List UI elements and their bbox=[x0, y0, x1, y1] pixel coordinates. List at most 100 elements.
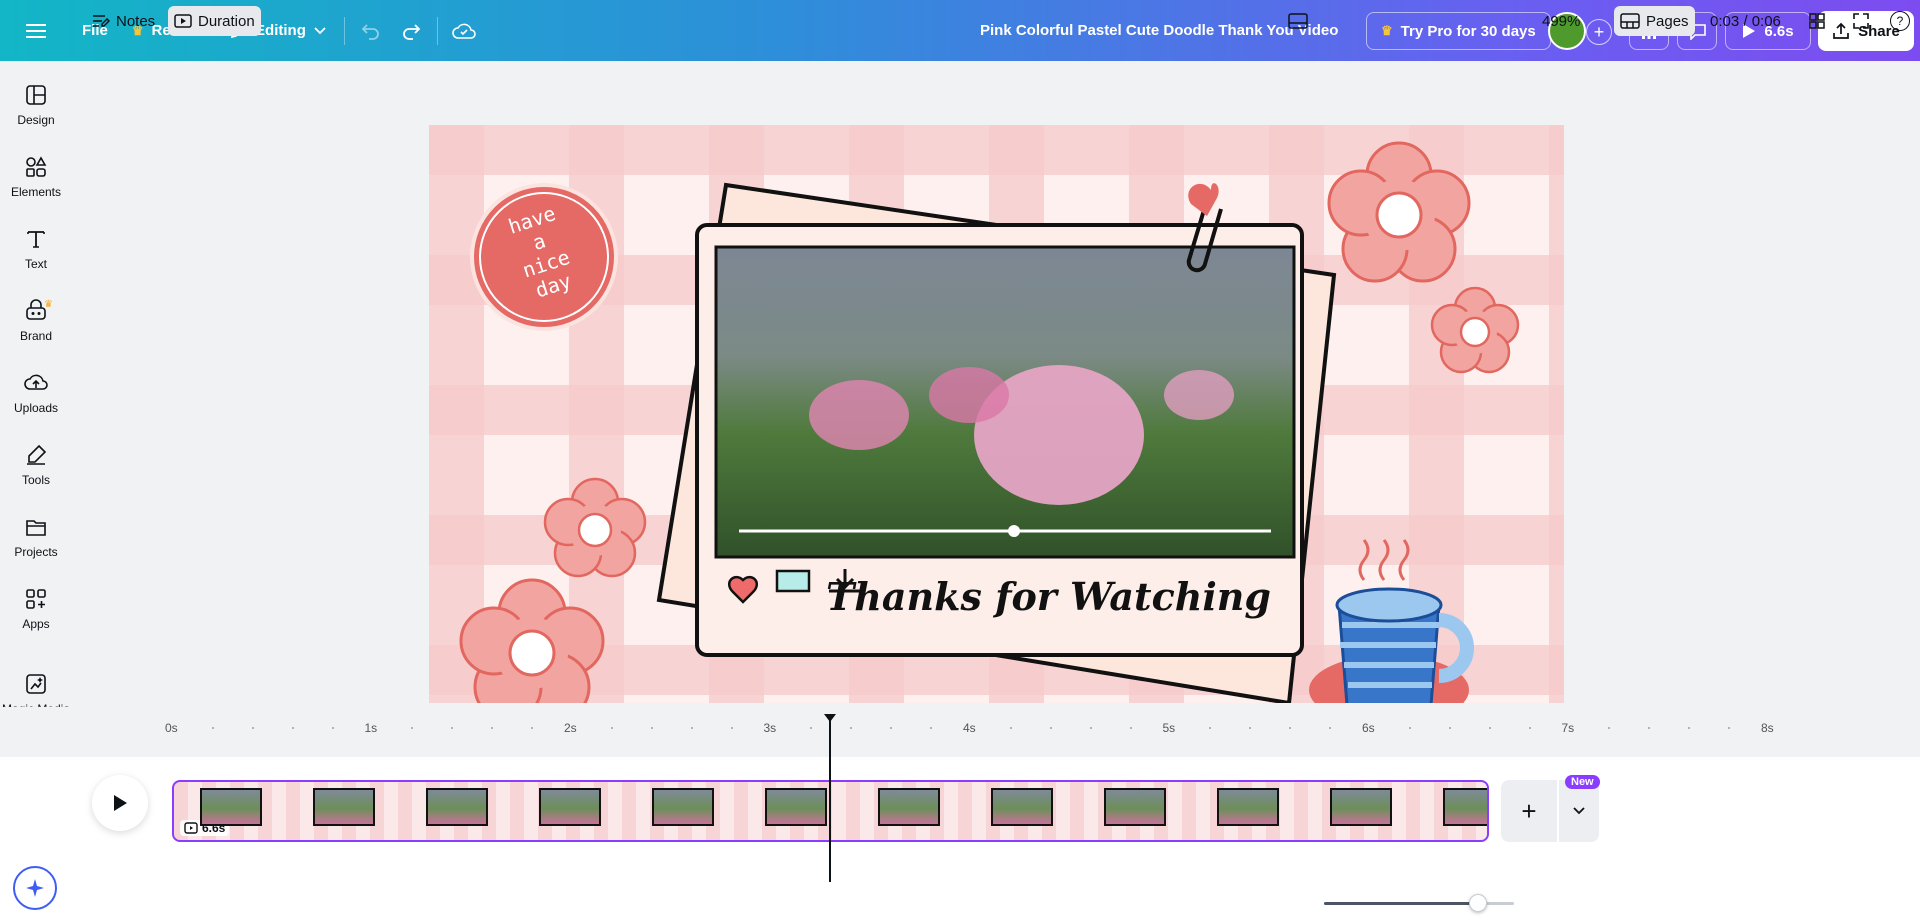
time-ruler[interactable]: 0s 1s 2s 3s 4s 5s 6s 7s 8s bbox=[0, 707, 1920, 757]
ruler-tick-dot bbox=[1209, 727, 1212, 729]
comment-bubble-icon bbox=[775, 569, 811, 593]
sidebar-item-brand[interactable]: ♛ Brand bbox=[0, 289, 72, 353]
zoom-level[interactable]: 499% bbox=[1536, 6, 1586, 36]
help-button[interactable]: ? bbox=[1884, 6, 1916, 36]
clip-frame-thumbnail bbox=[200, 788, 262, 826]
add-page-button[interactable]: + bbox=[1501, 780, 1557, 842]
video-flower-mid bbox=[929, 367, 1009, 423]
ruler-tick-dot bbox=[930, 727, 933, 729]
clip-frame-thumbnail bbox=[539, 788, 601, 826]
hamburger-icon bbox=[26, 23, 46, 38]
redo-button[interactable] bbox=[391, 11, 431, 51]
ruler-tick-dot bbox=[1688, 727, 1691, 729]
ruler-tick-dot bbox=[1528, 727, 1531, 729]
ruler-tick-label: 3s bbox=[763, 721, 777, 735]
ruler-tick-dot bbox=[1009, 727, 1012, 729]
ruler-tick-label: 6s bbox=[1362, 721, 1375, 735]
main-menu-button[interactable] bbox=[16, 11, 56, 51]
ruler-tick-dot bbox=[730, 727, 733, 729]
notes-button[interactable]: Notes bbox=[86, 6, 161, 36]
ruler-tick-label: 1s bbox=[364, 721, 378, 735]
video-flower-far bbox=[1164, 370, 1234, 420]
sidebar-item-uploads[interactable]: Uploads bbox=[0, 361, 72, 425]
duration-button[interactable]: Duration bbox=[168, 6, 261, 36]
crown-icon: ♛ bbox=[44, 299, 53, 310]
ruler-tick-label: 4s bbox=[963, 721, 976, 735]
ruler-tick-dot bbox=[690, 727, 693, 729]
tools-icon bbox=[27, 444, 47, 465]
ruler-tick-label: 2s bbox=[564, 721, 577, 735]
clip-frame-thumbnail bbox=[426, 788, 488, 826]
clip-frame-thumbnail bbox=[878, 788, 940, 826]
pages-button[interactable]: Pages bbox=[1614, 6, 1695, 36]
zoom-slider-handle[interactable] bbox=[1468, 894, 1487, 912]
cloud-save-button[interactable] bbox=[444, 11, 484, 51]
ruler-tick-dot bbox=[451, 727, 454, 729]
grid-view-button[interactable] bbox=[1802, 6, 1832, 36]
ruler-tick-dot bbox=[1289, 727, 1292, 729]
ruler-tick-dot bbox=[251, 727, 254, 729]
sidebar-item-apps[interactable]: Apps bbox=[0, 577, 72, 641]
ruler-tick-dot bbox=[491, 727, 494, 729]
try-pro-button[interactable]: ♛ Try Pro for 30 days bbox=[1366, 12, 1551, 50]
design-canvas[interactable]: Thanks for Watching have a nice day bbox=[429, 125, 1564, 703]
magic-media-icon bbox=[26, 674, 46, 694]
sidebar-item-text[interactable]: Text bbox=[0, 217, 72, 281]
toolbar-divider bbox=[343, 16, 345, 45]
playhead-handle[interactable] bbox=[823, 713, 837, 723]
crown-icon: ♛ bbox=[1381, 23, 1393, 38]
sidebar-item-projects[interactable]: Projects bbox=[0, 505, 72, 569]
notes-icon bbox=[93, 15, 110, 27]
add-page-options-button[interactable] bbox=[1559, 780, 1599, 842]
magic-assistant-button[interactable] bbox=[13, 866, 57, 910]
clip-frame-thumbnail bbox=[765, 788, 827, 826]
zoom-slider-fill bbox=[1324, 902, 1478, 905]
ruler-tick-dot bbox=[1089, 727, 1092, 729]
projects-icon bbox=[26, 520, 46, 536]
sidebar-item-tools[interactable]: Tools bbox=[0, 433, 72, 497]
ruler-tick-dot bbox=[610, 727, 613, 729]
ruler-tick-label: 0s bbox=[165, 721, 178, 735]
ruler-tick-dot bbox=[291, 727, 294, 729]
ruler-tick-dot bbox=[531, 727, 534, 729]
ruler-tick-dot bbox=[211, 727, 214, 729]
plus-icon: + bbox=[1521, 795, 1537, 826]
video-clip-icon bbox=[184, 822, 198, 834]
ruler-tick-dot bbox=[1648, 727, 1651, 729]
ruler-tick-dot bbox=[331, 727, 334, 729]
sidebar-item-design[interactable]: Design bbox=[0, 73, 72, 137]
clip-frame-thumbnail bbox=[1330, 788, 1392, 826]
apps-icon bbox=[26, 589, 46, 609]
ruler-tick-dot bbox=[1608, 727, 1611, 729]
timeline-height-button[interactable] bbox=[1282, 6, 1314, 36]
ruler-tick-dot bbox=[650, 727, 653, 729]
video-clip-icon bbox=[174, 14, 192, 28]
ruler-tick-dot bbox=[1408, 727, 1411, 729]
ruler-tick-dot bbox=[411, 727, 414, 729]
ruler-tick-dot bbox=[1249, 727, 1252, 729]
invite-button[interactable]: + bbox=[1586, 19, 1612, 45]
canvas-artwork: Thanks for Watching have a nice day bbox=[429, 125, 1564, 703]
panel-toggle-icon bbox=[1288, 13, 1308, 29]
ruler-tick-dot bbox=[1129, 727, 1132, 729]
expand-icon bbox=[1853, 13, 1869, 29]
ruler-tick-dot bbox=[1488, 727, 1491, 729]
timeline-play-button[interactable] bbox=[92, 775, 148, 831]
clip-frame-thumbnail bbox=[652, 788, 714, 826]
undo-icon bbox=[361, 23, 379, 40]
fullscreen-button[interactable] bbox=[1846, 6, 1876, 36]
grid-icon bbox=[1809, 13, 1825, 29]
playhead[interactable] bbox=[829, 718, 832, 883]
toolbar-divider bbox=[436, 16, 438, 45]
undo-button[interactable] bbox=[351, 11, 391, 51]
cloud-check-icon bbox=[452, 23, 476, 39]
sidebar-item-elements[interactable]: Elements bbox=[0, 145, 72, 209]
play-icon bbox=[114, 795, 127, 811]
help-icon: ? bbox=[1890, 11, 1910, 31]
chevron-down-icon bbox=[314, 26, 326, 34]
ruler-tick-dot bbox=[850, 727, 853, 729]
video-scrub-knob bbox=[1008, 525, 1020, 537]
elements-icon bbox=[26, 156, 47, 177]
text-icon bbox=[27, 231, 45, 248]
ruler-tick-dot bbox=[1728, 727, 1731, 729]
